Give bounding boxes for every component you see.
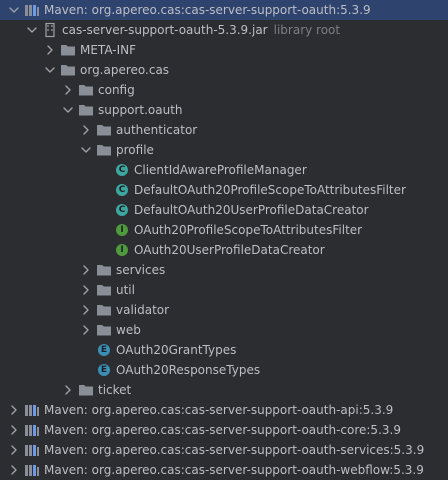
tree-node-library[interactable]: Maven: org.apereo.cas:cas-server-support… — [0, 420, 448, 440]
tree-node-label: util — [116, 283, 135, 297]
tree-node-org-apereo-cas[interactable]: org.apereo.cas — [0, 60, 448, 80]
chevron-right-icon[interactable] — [62, 80, 74, 100]
chevron-down-icon[interactable] — [62, 100, 74, 120]
tree-node-class[interactable]: C DefaultOAuth20UserProfileDataCreator — [0, 200, 448, 220]
tree-node-label: OAuth20ResponseTypes — [116, 363, 261, 377]
tree-node-jar[interactable]: cas-server-support-oauth-5.3.9.jar libra… — [0, 20, 448, 40]
tree-node-label: Maven: org.apereo.cas:cas-server-support… — [44, 463, 424, 477]
tree-node-class[interactable]: C DefaultOAuth20ProfileScopeToAttributes… — [0, 180, 448, 200]
chevron-down-icon[interactable] — [26, 20, 38, 40]
library-icon — [24, 422, 40, 438]
tree-node-label: org.apereo.cas — [80, 63, 170, 77]
folder-icon — [60, 62, 76, 78]
chevron-right-icon[interactable] — [8, 440, 20, 460]
tree-node-interface[interactable]: I OAuth20ProfileScopeToAttributesFilter — [0, 220, 448, 240]
tree-node-label: ClientIdAwareProfileManager — [134, 163, 307, 177]
tree-node-profile[interactable]: profile — [0, 140, 448, 160]
folder-icon — [78, 382, 94, 398]
library-icon — [24, 2, 40, 18]
folder-icon — [96, 302, 112, 318]
tree-node-label: config — [98, 83, 135, 97]
folder-icon — [96, 142, 112, 158]
library-icon — [24, 442, 40, 458]
chevron-right-icon[interactable] — [80, 300, 92, 320]
chevron-down-icon[interactable] — [8, 0, 20, 20]
chevron-right-icon[interactable] — [44, 40, 56, 60]
class-icon: C — [114, 202, 130, 218]
tree-node-label: Maven: org.apereo.cas:cas-server-support… — [44, 443, 425, 457]
tree-node-label: DefaultOAuth20UserProfileDataCreator — [134, 203, 369, 217]
folder-icon — [60, 42, 76, 58]
tree-node-enum[interactable]: E OAuth20ResponseTypes — [0, 360, 448, 380]
tree-node-label: OAuth20UserProfileDataCreator — [134, 243, 325, 257]
tree-node-authenticator[interactable]: authenticator — [0, 120, 448, 140]
tree-node-label: OAuth20GrantTypes — [116, 343, 237, 357]
folder-icon — [96, 282, 112, 298]
chevron-right-icon[interactable] — [80, 280, 92, 300]
chevron-right-icon[interactable] — [80, 260, 92, 280]
tree-node-library[interactable]: Maven: org.apereo.cas:cas-server-support… — [0, 440, 448, 460]
tree-node-label: web — [116, 323, 141, 337]
chevron-down-icon[interactable] — [44, 60, 56, 80]
library-root-hint: library root — [273, 23, 341, 37]
chevron-right-icon[interactable] — [8, 460, 20, 480]
library-icon — [24, 462, 40, 478]
project-tree: Maven: org.apereo.cas:cas-server-support… — [0, 0, 448, 478]
tree-node-label: validator — [116, 303, 170, 317]
enum-icon: E — [96, 342, 112, 358]
enum-icon: E — [96, 362, 112, 378]
tree-node-config[interactable]: config — [0, 80, 448, 100]
interface-icon: I — [114, 222, 130, 238]
class-icon: C — [114, 162, 130, 178]
chevron-right-icon[interactable] — [62, 380, 74, 400]
tree-node-label: DefaultOAuth20ProfileScopeToAttributesFi… — [134, 183, 406, 197]
chevron-right-icon[interactable] — [80, 120, 92, 140]
folder-icon — [78, 102, 94, 118]
folder-icon — [96, 322, 112, 338]
tree-node-label: Maven: org.apereo.cas:cas-server-support… — [44, 423, 401, 437]
jar-icon — [42, 22, 58, 38]
folder-icon — [96, 122, 112, 138]
chevron-right-icon[interactable] — [8, 400, 20, 420]
tree-node-class[interactable]: C ClientIdAwareProfileManager — [0, 160, 448, 180]
tree-node-enum[interactable]: E OAuth20GrantTypes — [0, 340, 448, 360]
library-icon — [24, 402, 40, 418]
chevron-down-icon[interactable] — [80, 140, 92, 160]
tree-node-label: META-INF — [80, 43, 137, 57]
tree-node-root-library[interactable]: Maven: org.apereo.cas:cas-server-support… — [0, 0, 448, 20]
folder-icon — [78, 82, 94, 98]
class-icon: C — [114, 182, 130, 198]
tree-node-label: Maven: org.apereo.cas:cas-server-support… — [44, 3, 371, 17]
tree-node-validator[interactable]: validator — [0, 300, 448, 320]
tree-node-label: ticket — [98, 383, 132, 397]
tree-node-label: cas-server-support-oauth-5.3.9.jar — [62, 23, 268, 37]
tree-node-web[interactable]: web — [0, 320, 448, 340]
tree-node-support-oauth[interactable]: support.oauth — [0, 100, 448, 120]
tree-node-label: OAuth20ProfileScopeToAttributesFilter — [134, 223, 363, 237]
tree-node-interface[interactable]: I OAuth20UserProfileDataCreator — [0, 240, 448, 260]
tree-node-label: support.oauth — [98, 103, 183, 117]
chevron-right-icon[interactable] — [8, 420, 20, 440]
tree-node-ticket[interactable]: ticket — [0, 380, 448, 400]
tree-node-label: profile — [116, 143, 154, 157]
tree-node-services[interactable]: services — [0, 260, 448, 280]
tree-node-label: services — [116, 263, 166, 277]
tree-node-label: authenticator — [116, 123, 198, 137]
tree-node-util[interactable]: util — [0, 280, 448, 300]
folder-icon — [96, 262, 112, 278]
tree-node-meta-inf[interactable]: META-INF — [0, 40, 448, 60]
tree-node-label: Maven: org.apereo.cas:cas-server-support… — [44, 403, 394, 417]
tree-node-library[interactable]: Maven: org.apereo.cas:cas-server-support… — [0, 400, 448, 420]
interface-icon: I — [114, 242, 130, 258]
tree-node-library[interactable]: Maven: org.apereo.cas:cas-server-support… — [0, 460, 448, 480]
chevron-right-icon[interactable] — [80, 320, 92, 340]
